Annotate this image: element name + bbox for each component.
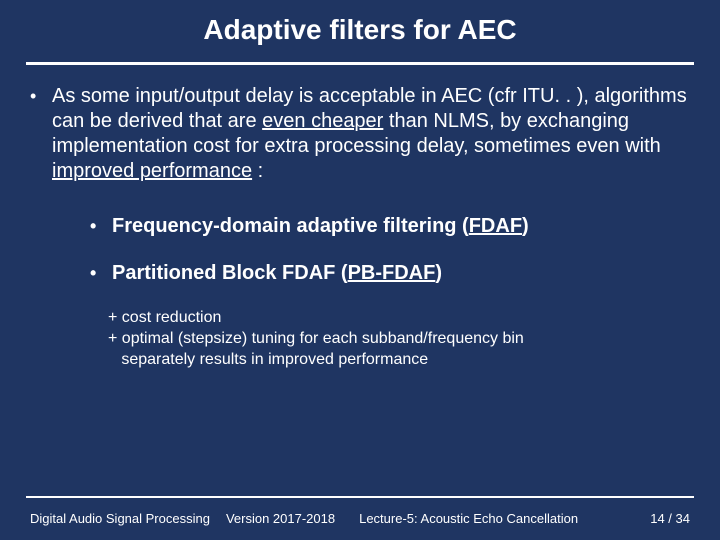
slide-body: • As some input/output delay is acceptab… [30, 84, 690, 370]
note-line: + optimal (stepsize) tuning for each sub… [108, 329, 690, 350]
text-segment: Frequency-domain adaptive filtering ( [112, 215, 469, 237]
note-line: separately results in improved performan… [108, 350, 690, 371]
bullet-icon: • [30, 84, 52, 184]
sub-bullet-item: • Partitioned Block FDAF (PB-FDAF) [90, 261, 690, 286]
sub-bullet-list: • Frequency-domain adaptive filtering (F… [90, 214, 690, 286]
bullet-icon: • [90, 261, 112, 286]
sub-bullet-text: Partitioned Block FDAF (PB-FDAF) [112, 261, 442, 286]
text-segment: ) [435, 262, 442, 284]
note-line: + cost reduction [108, 308, 690, 329]
footer-page-number: 14 / 34 [650, 511, 690, 526]
main-paragraph: As some input/output delay is acceptable… [52, 84, 690, 184]
divider-top [26, 62, 694, 65]
notes-block: + cost reduction + optimal (stepsize) tu… [108, 308, 690, 370]
text-underline: FDAF [469, 215, 522, 237]
divider-bottom [26, 496, 694, 498]
sub-bullet-text: Frequency-domain adaptive filtering (FDA… [112, 214, 529, 239]
footer: Digital Audio Signal Processing Version … [30, 511, 690, 526]
slide: Adaptive filters for AEC • As some input… [0, 0, 720, 540]
text-segment: : [252, 160, 263, 182]
footer-lecture: Lecture-5: Acoustic Echo Cancellation [359, 511, 578, 526]
main-bullet: • As some input/output delay is acceptab… [30, 84, 690, 184]
text-underline: PB-FDAF [348, 262, 436, 284]
footer-course: Digital Audio Signal Processing [30, 511, 210, 526]
footer-version: Version 2017-2018 [226, 511, 335, 526]
text-underline: improved performance [52, 160, 252, 182]
slide-title: Adaptive filters for AEC [0, 0, 720, 46]
text-segment: Partitioned Block FDAF ( [112, 262, 348, 284]
bullet-icon: • [90, 214, 112, 239]
text-underline: even cheaper [262, 110, 383, 132]
text-segment: ) [522, 215, 529, 237]
sub-bullet-item: • Frequency-domain adaptive filtering (F… [90, 214, 690, 239]
